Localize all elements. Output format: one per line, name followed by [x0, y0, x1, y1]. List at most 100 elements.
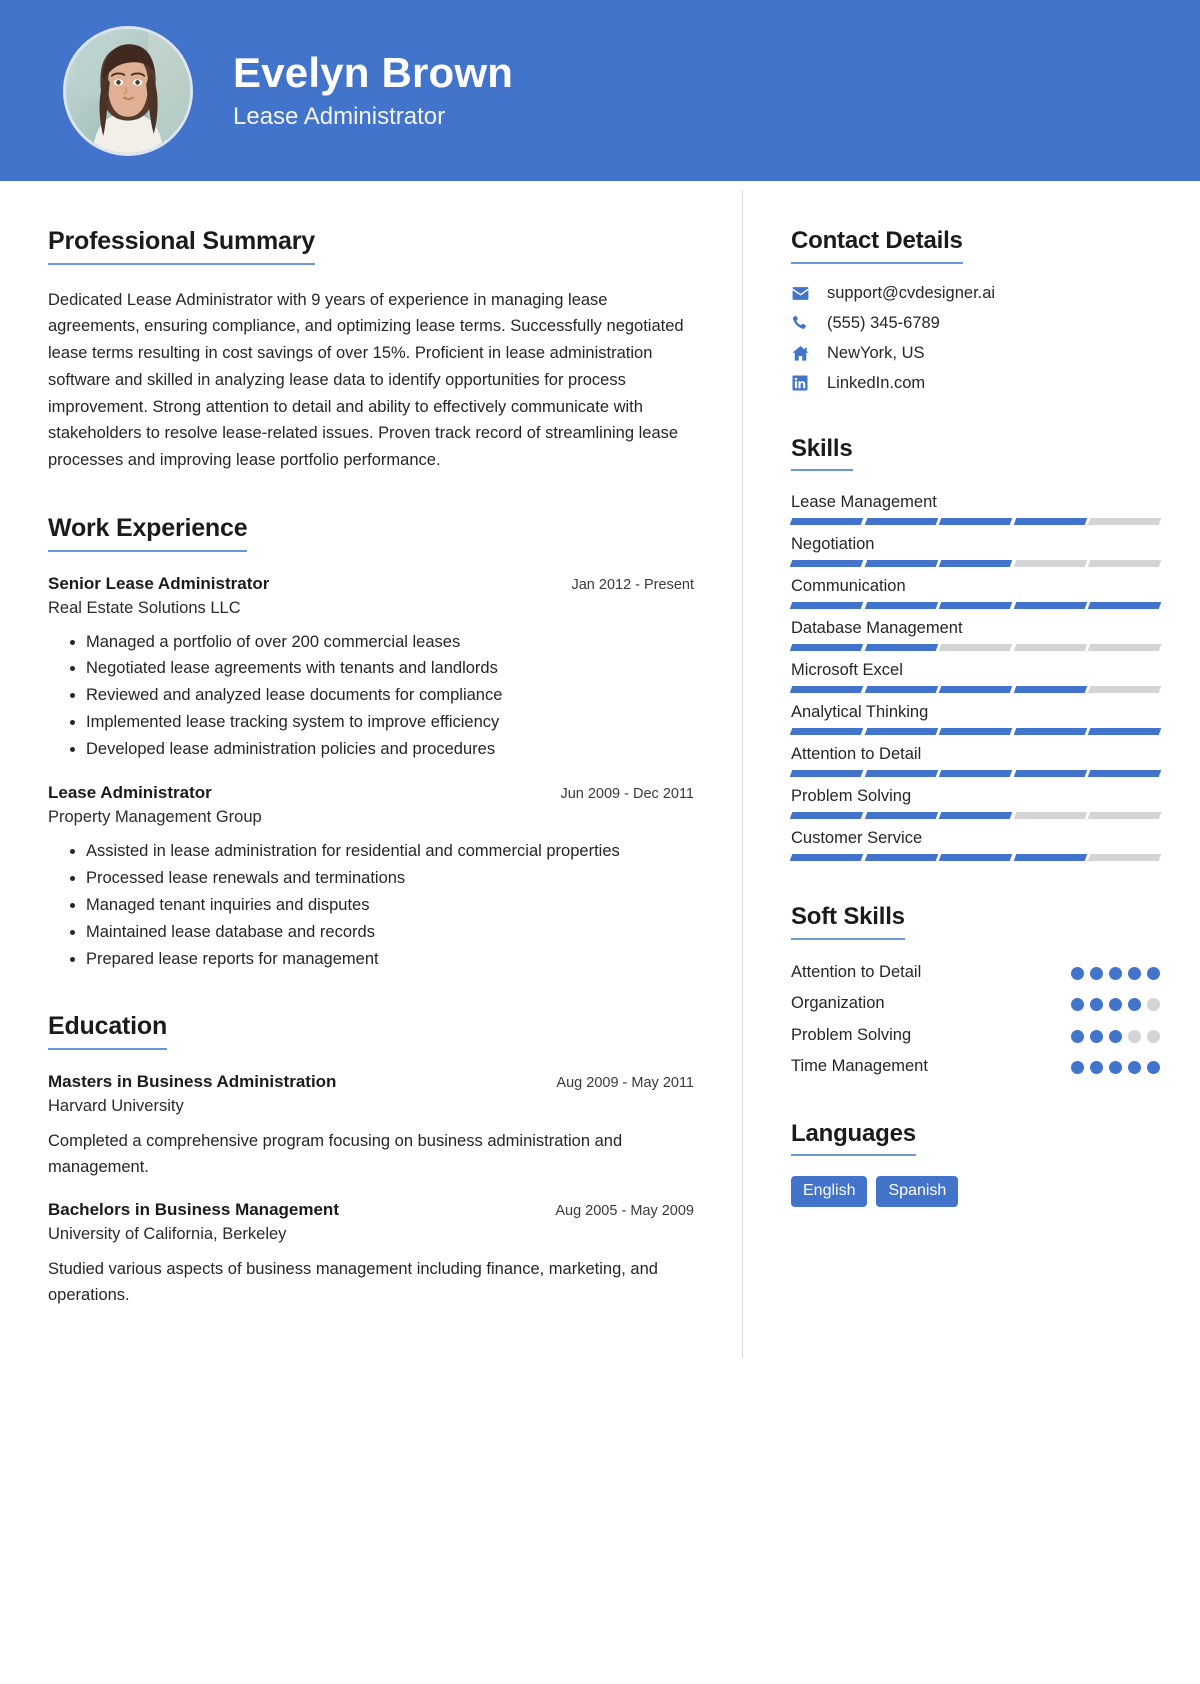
avatar	[63, 25, 193, 156]
education-date-range: Aug 2009 - May 2011	[556, 1075, 694, 1092]
soft-skill-label: Problem Solving	[791, 1025, 912, 1044]
skill-item: Microsoft Excel	[789, 661, 1162, 694]
work-bullet-list: Managed a portfolio of over 200 commerci…	[48, 630, 694, 763]
section-heading-work: Work Experience	[48, 514, 248, 552]
skill-segment	[864, 686, 938, 694]
soft-skill-dot	[1147, 966, 1160, 980]
skill-level-bar	[789, 854, 1162, 862]
skill-segment	[1013, 644, 1087, 652]
education-entry-header: Masters in Business Administration Aug 2…	[48, 1072, 694, 1092]
section-title-wrap: Soft Skills	[791, 903, 1160, 940]
contact-row[interactable]: (555) 345-6789	[791, 314, 1160, 333]
skill-segment	[1013, 770, 1087, 778]
work-date-range: Jan 2012 - Present	[571, 576, 694, 593]
work-entry-list: Senior Lease Administrator Jan 2012 - Pr…	[48, 574, 694, 973]
contact-value: LinkedIn.com	[827, 373, 926, 392]
soft-skills-list: Attention to Detail Organization Problem…	[791, 962, 1160, 1078]
soft-skill-rating	[1071, 1056, 1160, 1075]
header-text: Evelyn Brown Lease Administrator	[233, 50, 513, 131]
skill-segment	[1013, 602, 1087, 610]
skill-label: Customer Service	[791, 829, 923, 848]
contact-row[interactable]: LinkedIn.com	[791, 374, 1160, 393]
skill-segment	[1088, 602, 1162, 610]
skill-item: Customer Service	[789, 829, 1162, 862]
skill-segment	[1013, 728, 1087, 736]
skill-segment	[789, 854, 863, 862]
section-heading-soft-skills: Soft Skills	[791, 903, 905, 940]
skill-item: Attention to Detail	[789, 745, 1162, 778]
skill-item: Lease Management	[789, 493, 1162, 526]
soft-skill-dot	[1071, 966, 1084, 980]
skill-segment	[789, 686, 863, 694]
contact-list: support@cvdesigner.ai (555) 345-6789 New…	[791, 284, 1160, 393]
section-work-experience: Work Experience Senior Lease Administrat…	[48, 514, 694, 973]
section-title-wrap: Contact Details	[791, 227, 1160, 264]
soft-skill-rating	[1071, 962, 1160, 980]
skill-segment	[864, 728, 938, 736]
section-title-wrap: Work Experience	[48, 514, 694, 552]
skill-segment	[789, 770, 863, 778]
skill-segment	[1088, 854, 1162, 862]
work-bullet-list: Assisted in lease administration for res…	[48, 839, 694, 972]
skills-list: Lease Management Negotiation Communicati…	[789, 493, 1162, 862]
soft-skill-dot	[1071, 1029, 1084, 1043]
skill-label: Attention to Detail	[791, 745, 922, 764]
soft-skill-dot	[1071, 998, 1084, 1012]
contact-row[interactable]: support@cvdesigner.ai	[791, 284, 1160, 303]
soft-skill-rating	[1071, 993, 1160, 1012]
skill-segment	[789, 644, 863, 652]
skill-segment	[938, 812, 1013, 820]
education-entry: Masters in Business Administration Aug 2…	[48, 1072, 694, 1180]
work-company: Real Estate Solutions LLC	[48, 598, 241, 617]
section-heading-skills: Skills	[791, 435, 853, 472]
soft-skill-rating	[1071, 1025, 1160, 1043]
section-contact-details: Contact Details support@cvdesigner.ai (5…	[791, 227, 1160, 393]
work-bullet: Managed a portfolio of over 200 commerci…	[86, 630, 694, 656]
section-professional-summary: Professional Summary Dedicated Lease Adm…	[48, 227, 694, 474]
skill-segment	[938, 518, 1013, 526]
work-bullet: Processed lease renewals and termination…	[86, 866, 694, 892]
soft-skill-dot	[1128, 1061, 1141, 1075]
skill-segment	[1013, 560, 1087, 568]
skill-label: Lease Management	[791, 493, 937, 512]
contact-value: NewYork, US	[827, 343, 925, 362]
work-bullet: Negotiated lease agreements with tenants…	[86, 656, 694, 682]
skill-segment	[1088, 644, 1162, 652]
language-pill: Spanish	[876, 1176, 959, 1207]
section-skills: Skills Lease Management Negotiation Comm…	[789, 435, 1162, 862]
skill-segment	[938, 644, 1013, 652]
work-bullet: Developed lease administration policies …	[86, 737, 694, 763]
languages-list: English Spanish	[791, 1176, 1160, 1207]
soft-skill-label: Time Management	[791, 1057, 928, 1076]
skill-level-bar	[789, 686, 1162, 694]
work-entry: Senior Lease Administrator Jan 2012 - Pr…	[48, 574, 694, 763]
skill-segment	[938, 728, 1013, 736]
section-soft-skills: Soft Skills Attention to Detail Organiza…	[791, 903, 1160, 1077]
soft-skill-dot	[1090, 998, 1103, 1012]
soft-skill-dot	[1109, 966, 1122, 980]
skill-label: Communication	[791, 577, 906, 596]
soft-skill-label: Attention to Detail	[791, 962, 922, 981]
contact-row[interactable]: NewYork, US	[791, 344, 1160, 363]
skill-segment	[938, 602, 1013, 610]
home-icon	[791, 344, 817, 363]
resume-body: Professional Summary Dedicated Lease Adm…	[0, 181, 1200, 1368]
skill-segment	[1013, 518, 1087, 526]
skill-segment	[789, 518, 863, 526]
envelope-icon	[791, 284, 817, 303]
candidate-role: Lease Administrator	[233, 103, 446, 131]
skill-level-bar	[789, 602, 1162, 610]
skill-segment	[789, 812, 863, 820]
skill-label: Database Management	[791, 619, 963, 638]
soft-skill-dot	[1147, 1061, 1160, 1075]
education-degree: Masters in Business Administration	[48, 1072, 337, 1092]
main-column: Professional Summary Dedicated Lease Adm…	[0, 181, 742, 1368]
work-position: Lease Administrator	[48, 782, 212, 802]
skill-segment	[789, 560, 863, 568]
skill-segment	[864, 560, 938, 568]
soft-skill-dot	[1128, 966, 1141, 980]
skill-level-bar	[789, 560, 1162, 568]
section-heading-contact: Contact Details	[791, 227, 963, 264]
phone-icon	[791, 314, 817, 332]
skill-segment	[864, 770, 938, 778]
